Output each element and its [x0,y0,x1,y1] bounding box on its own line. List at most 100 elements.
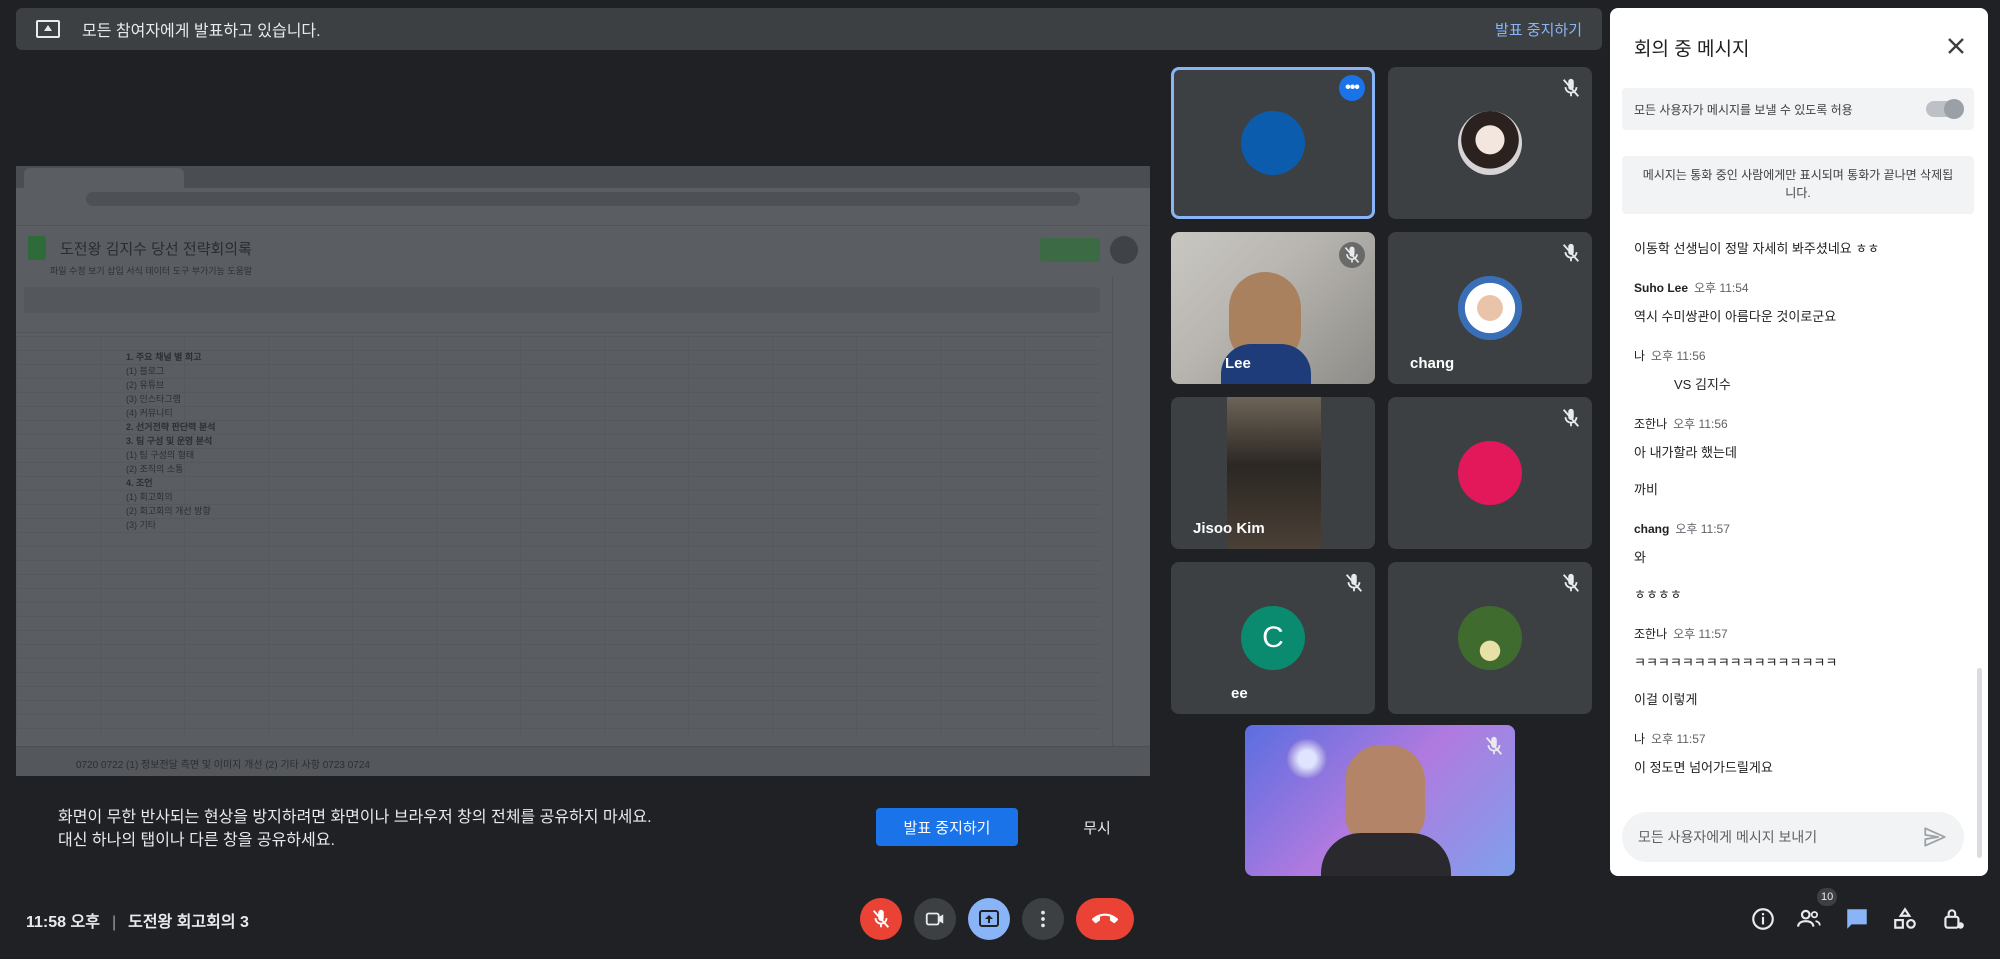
meeting-details-button[interactable] [1748,904,1778,934]
activities-icon [1894,907,1916,929]
shared-doc-menus: 파일 수정 보기 삽입 서식 데이터 도구 부가기능 도움말 [50,266,253,276]
shared-doc-sheet-tabs: 0720 0722 (1) 정보전달 측면 및 이미지 개선 (2) 기타 사항… [16,746,1150,776]
message-time: 오후 11:57 [1651,732,1706,746]
camera-toggle-button[interactable] [914,898,956,940]
send-icon[interactable] [1922,824,1948,850]
meeting-name: 도전왕 회고회의 3 [128,914,249,931]
participant-name: Lee [1225,355,1251,372]
participant-tile[interactable] [1388,67,1592,219]
message-time: 오후 11:54 [1694,281,1749,295]
doc-line: (4) 커뮤니티 [126,408,173,418]
participant-tile[interactable] [1388,397,1592,549]
chat-messages: 이동학 선생님이 정말 자세히 봐주셨네요 ㅎㅎ Suho Lee 오후 11:5… [1634,226,1964,786]
mic-off-icon [872,909,890,928]
message-body: 아 내가할라 했는데 [1634,445,1737,460]
shared-doc-sidepanel [1112,276,1150,746]
message-body: 와 [1634,550,1646,565]
video-face [1345,745,1425,845]
avatar [1458,276,1522,340]
message-header: Suho Lee 오후 11:54 [1634,279,1964,296]
chat-scrollbar[interactable] [1977,668,1982,858]
mic-off-icon [1485,736,1503,755]
video-shirt [1321,833,1451,876]
avatar [1458,606,1522,670]
message-time: 오후 11:57 [1673,627,1728,641]
avatar [1458,111,1522,175]
message-sender: 나 [1634,732,1646,746]
message-body: 역시 수미쌍관이 아름다운 것이로군요 [1634,309,1837,324]
chat-message-input[interactable] [1638,829,1922,845]
doc-line: (1) 팀 구성의 형태 [126,450,195,460]
avatar [1458,441,1522,505]
chat-button[interactable] [1842,904,1872,934]
chat-input-container [1622,812,1964,862]
mic-off-icon [1562,78,1580,97]
camera-icon [925,912,944,926]
participant-tile-chang[interactable]: chang [1388,232,1592,384]
chat-message: Suho Lee 오후 11:54 역시 수미쌍관이 아름다운 것이로군요 [1634,279,1964,325]
leave-call-button[interactable] [1076,898,1134,940]
doc-line: 2. 선거전략 판단력 분석 [126,422,216,432]
chat-message: 나 오후 11:56 VS 김지수 [1634,347,1964,393]
mic-off-icon [1339,242,1365,268]
stop-presenting-link[interactable]: 발표 중지하기 [1495,19,1582,40]
message-body: VS 김지수 [1674,377,1731,392]
participant-tile-jisoo[interactable]: Jisoo Kim [1171,397,1375,549]
message-sender: Suho Lee [1634,281,1689,295]
more-vertical-icon [1041,910,1045,928]
allow-messages-toggle[interactable] [1926,99,1964,119]
participant-tile-ee[interactable]: C ee [1171,562,1375,714]
hang-up-icon [1092,913,1118,924]
chat-message: 이동학 선생님이 정말 자세히 봐주셨네요 ㅎㅎ [1634,238,1964,257]
close-icon[interactable] [1942,32,1970,60]
more-options-button[interactable]: ••• [1339,75,1365,101]
stop-presenting-button[interactable]: 발표 중지하기 [876,808,1018,846]
message-time: 오후 11:56 [1651,349,1706,363]
mic-off-icon [1562,573,1580,592]
message-body: 까비 [1634,482,1658,497]
participants-button[interactable] [1794,904,1824,934]
allow-messages-setting: 모든 사용자가 메시지를 보낼 수 있도록 허용 [1622,88,1974,130]
present-screen-button[interactable] [968,898,1010,940]
chat-message: 까비 [1634,479,1964,498]
dismiss-button[interactable]: 무시 [1054,808,1140,846]
shared-doc-share-button [1040,238,1100,262]
chat-message: 조한나 오후 11:56 아 내가할라 했는데 [1634,415,1964,461]
doc-line: 3. 팀 구성 및 운영 분석 [126,436,213,446]
chat-message: 이걸 이렇게 [1634,689,1964,708]
warning-line-2: 대신 하나의 탭이나 다른 창을 공유하세요. [58,832,335,849]
allow-messages-label: 모든 사용자가 메시지를 보낼 수 있도록 허용 [1634,102,1853,117]
message-body: 이걸 이렇게 [1634,692,1698,707]
separator: | [111,914,117,931]
mic-off-icon [1345,573,1363,592]
warning-line-1: 화면이 무한 반사되는 현상을 방지하려면 화면이나 브라우저 창의 전체를 공… [58,809,652,826]
avatar: C [1241,606,1305,670]
host-controls-button[interactable] [1938,904,1968,934]
more-options-button[interactable] [1022,898,1064,940]
presenting-banner-text: 모든 참여자에게 발표하고 있습니다. [82,23,321,40]
disco-ball [1287,739,1327,779]
mic-off-icon [1562,408,1580,427]
activities-button[interactable] [1890,904,1920,934]
participant-tile-lee[interactable]: Lee [1171,232,1375,384]
shared-doc-avatar [1110,236,1138,264]
message-header: chang 오후 11:57 [1634,520,1964,537]
participant-tile[interactable] [1388,562,1592,714]
message-body: ㅎㅎㅎㅎ [1634,587,1682,602]
info-icon [1752,908,1774,930]
message-time: 오후 11:57 [1675,522,1730,536]
message-header: 조한나 오후 11:57 [1634,625,1964,642]
message-header: 나 오후 11:57 [1634,730,1964,747]
shared-doc-toolbar [24,287,1100,313]
doc-line: (1) 블로그 [126,366,165,376]
chat-panel: 회의 중 메시지 모든 사용자가 메시지를 보낼 수 있도록 허용 메시지는 통… [1610,8,1988,876]
mic-toggle-button[interactable] [860,898,902,940]
message-header: 조한나 오후 11:56 [1634,415,1964,432]
self-video-preview[interactable] [1245,725,1515,876]
shared-browser-tab [24,168,184,188]
participant-tile-self[interactable]: ••• [1171,67,1375,219]
chat-icon [1847,909,1867,929]
shared-doc-formula-bar [16,313,1150,333]
lock-person-icon [1944,909,1964,929]
message-sender: chang [1634,522,1670,536]
